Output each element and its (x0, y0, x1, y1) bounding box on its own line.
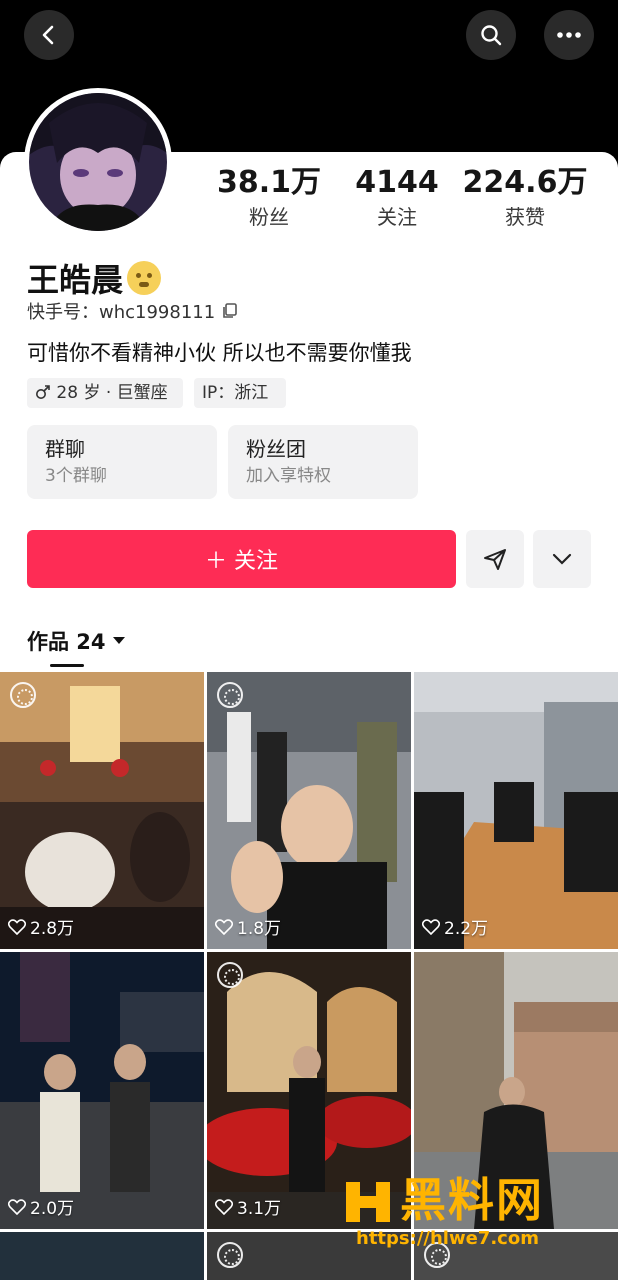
stat-label: 粉丝 (249, 205, 289, 229)
bio: 可惜你不看精神小伙 所以也不需要你懂我 (27, 341, 412, 365)
live-photo-icon (217, 682, 243, 708)
stat-value: 224.6万 (462, 165, 588, 200)
watermark-logo-icon (346, 1182, 390, 1222)
heart-icon (8, 918, 26, 935)
heart-icon (8, 1198, 26, 1215)
tag-ip: IP：浙江 (194, 378, 286, 408)
profile-name: 王皓晨 (27, 261, 124, 299)
search-icon (481, 25, 502, 46)
card-subtitle: 加入享特权 (246, 466, 331, 486)
back-button[interactable] (24, 10, 74, 60)
fan-club-card[interactable]: 粉丝团 加入享特权 (228, 425, 418, 499)
user-id-text: 快手号：whc1998111 (27, 302, 216, 323)
male-icon (36, 385, 50, 399)
heart-icon (215, 1198, 233, 1215)
watermark: 黑料网 https://hlwe7.com (340, 1168, 610, 1260)
search-button[interactable] (466, 10, 516, 60)
tab-works[interactable]: 作品 24 (27, 626, 126, 656)
stat-label: 关注 (377, 205, 417, 229)
chevron-left-icon (42, 25, 54, 45)
tab-works-label: 作品 24 (27, 630, 106, 654)
caret-down-icon (112, 637, 125, 644)
card-subtitle: 3个群聊 (45, 466, 107, 486)
share-button[interactable] (466, 530, 524, 588)
more-button[interactable] (544, 10, 594, 60)
user-id: 快手号：whc1998111 (27, 298, 239, 324)
chevron-down-icon (552, 553, 572, 565)
stat-label: 获赞 (505, 205, 545, 229)
stat-value: 4144 (355, 165, 439, 200)
tag-age: 28 岁 · 巨蟹座 (27, 378, 183, 408)
thumbnail-image (0, 672, 204, 949)
thumbnail-image (414, 672, 618, 949)
tag-age-text: 28 岁 · 巨蟹座 (56, 383, 168, 403)
expand-button[interactable] (533, 530, 591, 588)
like-count-text: 2.0万 (30, 1199, 75, 1219)
avatar-image (29, 93, 167, 231)
like-count-text: 2.8万 (30, 919, 75, 939)
thumbnail-image (0, 1232, 204, 1280)
thumbnail-image (207, 672, 411, 949)
send-icon (484, 549, 506, 570)
like-count: 2.2万 (422, 914, 488, 939)
avatar[interactable] (24, 88, 172, 236)
like-count: 2.0万 (8, 1194, 74, 1219)
video-tile[interactable]: 2.2万 (414, 672, 618, 949)
live-photo-icon (217, 1242, 243, 1268)
like-count: 1.8万 (215, 914, 281, 939)
video-tile[interactable]: 1.8万 (207, 672, 411, 949)
like-count-text: 2.2万 (444, 919, 489, 939)
stat-likes[interactable]: 224.6万 获赞 (460, 165, 590, 231)
card-title: 群聊 (45, 437, 85, 461)
stat-following[interactable]: 4144 关注 (332, 165, 462, 231)
card-title: 粉丝团 (246, 437, 306, 461)
more-dots-icon (557, 32, 581, 38)
tab-underline (50, 664, 84, 667)
like-count-text: 3.1万 (237, 1199, 282, 1219)
copy-icon[interactable] (221, 302, 239, 320)
heart-icon (215, 918, 233, 935)
heart-icon (422, 918, 440, 935)
video-tile[interactable]: 2.0万 (0, 952, 204, 1229)
like-count: 2.8万 (8, 914, 74, 939)
live-photo-icon (217, 962, 243, 988)
name-row: 王皓晨 (27, 255, 162, 301)
video-tile[interactable] (0, 1232, 204, 1280)
stat-fans[interactable]: 38.1万 粉丝 (204, 165, 334, 231)
group-chat-card[interactable]: 群聊 3个群聊 (27, 425, 217, 499)
follow-button[interactable]: ＋ 关注 (27, 530, 456, 588)
like-count: 3.1万 (215, 1194, 281, 1219)
watermark-text: 黑料网 (400, 1173, 544, 1227)
stat-value: 38.1万 (216, 165, 322, 200)
watermark-url: https://hlwe7.com (356, 1228, 539, 1249)
thumbnail-image (0, 952, 204, 1229)
like-count-text: 1.8万 (237, 919, 282, 939)
video-tile[interactable]: 2.8万 (0, 672, 204, 949)
emoji-icon (127, 261, 162, 295)
live-photo-icon (10, 682, 36, 708)
